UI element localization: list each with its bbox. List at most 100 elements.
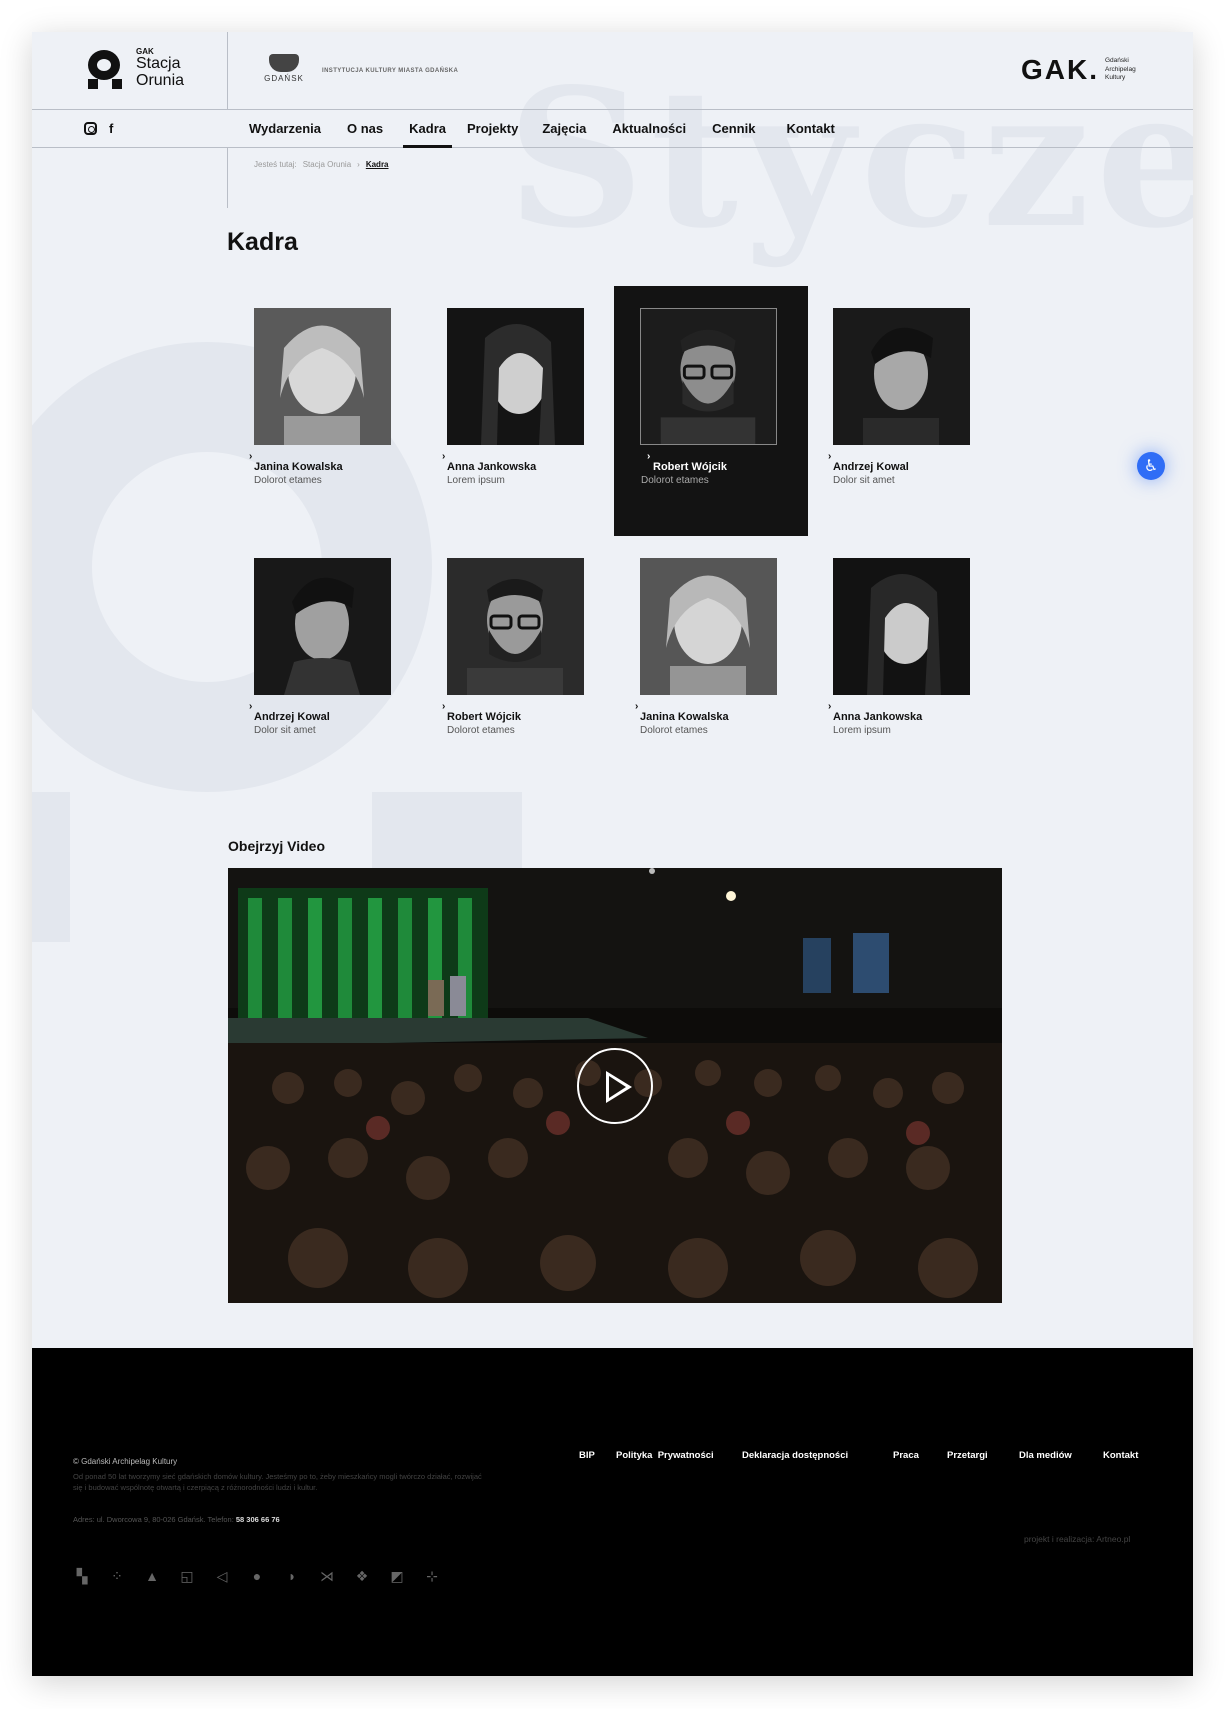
chevron-right-icon: ›	[249, 451, 253, 462]
play-icon[interactable]	[577, 1048, 653, 1124]
chevron-right-icon: ›	[647, 451, 651, 462]
staff-photo	[447, 308, 584, 445]
nav-item-projekty[interactable]: Projekty	[467, 110, 518, 148]
staff-name: Anna Jankowska	[833, 711, 923, 723]
staff-card[interactable]: › Robert Wójcik Dolorot etames	[421, 536, 615, 786]
breadcrumb-prefix: Jesteś tutaj:	[254, 160, 297, 169]
footer: © Gdański Archipelag Kultury Od ponad 50…	[32, 1348, 1193, 1676]
footer-address: Adres: ul. Dworcowa 9, 80-026 Gdańsk. Te…	[73, 1515, 280, 1524]
footer-link-bip[interactable]: BIP	[579, 1450, 595, 1461]
facebook-icon[interactable]: f	[109, 122, 113, 135]
navigation-bar: f Wydarzenia O nas Kadra Projekty Zajęci…	[32, 110, 1193, 148]
breadcrumb-separator: ›	[357, 160, 360, 169]
staff-role: Dolor sit amet	[254, 725, 316, 736]
staff-card[interactable]: › Janina Kowalska Dolorot etames	[614, 536, 808, 786]
chevron-right-icon: ›	[635, 701, 639, 712]
footer-link-praca[interactable]: Praca	[893, 1450, 919, 1461]
play-triangle	[606, 1071, 632, 1103]
branch-icon-10[interactable]: ◩	[388, 1568, 406, 1585]
branch-icon-8[interactable]: ⋊	[318, 1568, 336, 1585]
gdansk-logo[interactable]: GDAŃSK	[264, 54, 304, 83]
branch-icon-5[interactable]: ◁	[213, 1568, 231, 1585]
footer-phone[interactable]: 58 306 66 76	[236, 1515, 280, 1524]
nav-item-o-nas[interactable]: O nas	[347, 110, 383, 148]
chevron-right-icon: ›	[442, 451, 446, 462]
branch-icon-11[interactable]: ⊹	[423, 1568, 441, 1585]
header-divider	[227, 32, 228, 110]
video-player[interactable]	[228, 868, 1002, 1303]
gak-sub-line: Kultury	[1105, 74, 1126, 82]
nav-item-kontakt[interactable]: Kontakt	[786, 110, 834, 148]
branch-icon-1[interactable]: ▚	[73, 1568, 91, 1585]
staff-photo	[254, 308, 391, 445]
instagram-icon[interactable]	[84, 122, 97, 135]
footer-link-privacy[interactable]: Polityka Prywatności	[616, 1450, 714, 1461]
staff-role: Lorem ipsum	[833, 725, 891, 736]
staff-role: Dolorot etames	[447, 725, 515, 736]
branch-icon-2[interactable]: ⁘	[108, 1568, 126, 1585]
branch-icon-4[interactable]: ◱	[178, 1568, 196, 1585]
staff-card[interactable]: › Andrzej Kowal Dolor sit amet	[228, 536, 422, 786]
footer-link-kontakt[interactable]: Kontakt	[1103, 1450, 1138, 1461]
social-links: f	[84, 122, 113, 135]
gdansk-label: GDAŃSK	[264, 74, 304, 83]
staff-name: Anna Jankowska	[447, 461, 537, 473]
branch-icon-9[interactable]: ❖	[353, 1568, 371, 1585]
chevron-right-icon: ›	[828, 451, 832, 462]
staff-photo	[833, 558, 970, 695]
play-triangle-inner	[609, 1076, 626, 1098]
logo-line-1: Stacja	[136, 55, 181, 73]
footer-link-accessibility[interactable]: Deklaracja dostępności	[742, 1450, 848, 1461]
staff-card[interactable]: › Anna Jankowska Lorem ipsum	[807, 536, 1001, 786]
staff-name: Robert Wójcik	[447, 711, 521, 723]
staff-card-active[interactable]: › Robert Wójcik Dolorot etames	[614, 286, 808, 536]
staff-photo	[640, 308, 777, 445]
footer-credit[interactable]: projekt i realizacja: Artneo.pl	[1024, 1534, 1130, 1544]
stacja-logo-mark-icon	[86, 48, 124, 90]
staff-role: Lorem ipsum	[447, 475, 505, 486]
staff-photo	[640, 558, 777, 695]
nav-item-zajecia[interactable]: Zajęcia	[542, 110, 586, 148]
staff-name: Janina Kowalska	[640, 711, 729, 723]
staff-card[interactable]: › Anna Jankowska Lorem ipsum	[421, 286, 615, 536]
staff-card[interactable]: › Janina Kowalska Dolorot etames	[228, 286, 422, 536]
accessibility-icon[interactable]: ♿	[1137, 452, 1165, 480]
staff-role: Dolor sit amet	[833, 475, 895, 486]
gak-logo-subtitle: Gdański Archipelag Kultury	[1105, 57, 1136, 82]
stacja-logo-text: GAK Stacja Orunia	[136, 47, 185, 90]
staff-name: Andrzej Kowal	[254, 711, 330, 723]
footer-link-media[interactable]: Dla mediów	[1019, 1450, 1072, 1461]
logo-line-2: Orunia	[136, 72, 185, 90]
staff-photo	[254, 558, 391, 695]
background-square-decoration	[32, 792, 70, 942]
stacja-orunia-logo[interactable]: GAK Stacja Orunia	[86, 47, 185, 90]
branch-icon-7[interactable]: ◗	[283, 1568, 301, 1585]
breadcrumb: Jesteś tutaj: Stacja Orunia › Kadra	[254, 160, 389, 169]
staff-name: Janina Kowalska	[254, 461, 343, 473]
page: Styczeń GAK Stacja Orunia GDAŃSK INSTYTU…	[32, 32, 1193, 1676]
gak-logo-text: GAK.	[1021, 54, 1099, 85]
footer-description: Od ponad 50 lat tworzymy sieć gdańskich …	[73, 1472, 482, 1492]
branch-icon-6[interactable]: ●	[248, 1568, 266, 1585]
breadcrumb-parent[interactable]: Stacja Orunia	[303, 160, 351, 169]
nav-item-aktualnosci[interactable]: Aktualności	[612, 110, 686, 148]
staff-name: Andrzej Kowal	[833, 461, 909, 473]
footer-copyright: © Gdański Archipelag Kultury	[73, 1457, 178, 1466]
gak-logo[interactable]: GAK. Gdański Archipelag Kultury	[1021, 54, 1136, 86]
header: GAK Stacja Orunia GDAŃSK INSTYTUCJA KULT…	[32, 32, 1193, 110]
branch-icon-3[interactable]: ▲	[143, 1568, 161, 1585]
chevron-right-icon: ›	[828, 701, 832, 712]
staff-role: Dolorot etames	[641, 475, 709, 486]
footer-branch-icons: ▚ ⁘ ▲ ◱ ◁ ● ◗ ⋊ ❖ ◩ ⊹	[73, 1568, 441, 1585]
chevron-right-icon: ›	[249, 701, 253, 712]
nav-item-kadra[interactable]: Kadra	[403, 110, 452, 148]
staff-card[interactable]: › Andrzej Kowal Dolor sit amet	[807, 286, 1001, 536]
footer-link-przetargi[interactable]: Przetargi	[947, 1450, 988, 1461]
chevron-right-icon: ›	[442, 701, 446, 712]
left-rule	[227, 148, 228, 208]
footer-address-label: Adres: ul. Dworcowa 9, 80-026 Gdańsk. Te…	[73, 1515, 234, 1524]
nav-item-wydarzenia[interactable]: Wydarzenia	[249, 110, 321, 148]
page-title: Kadra	[227, 228, 298, 256]
nav-item-cennik[interactable]: Cennik	[712, 110, 755, 148]
gak-sub-line: Archipelag	[1105, 65, 1136, 73]
